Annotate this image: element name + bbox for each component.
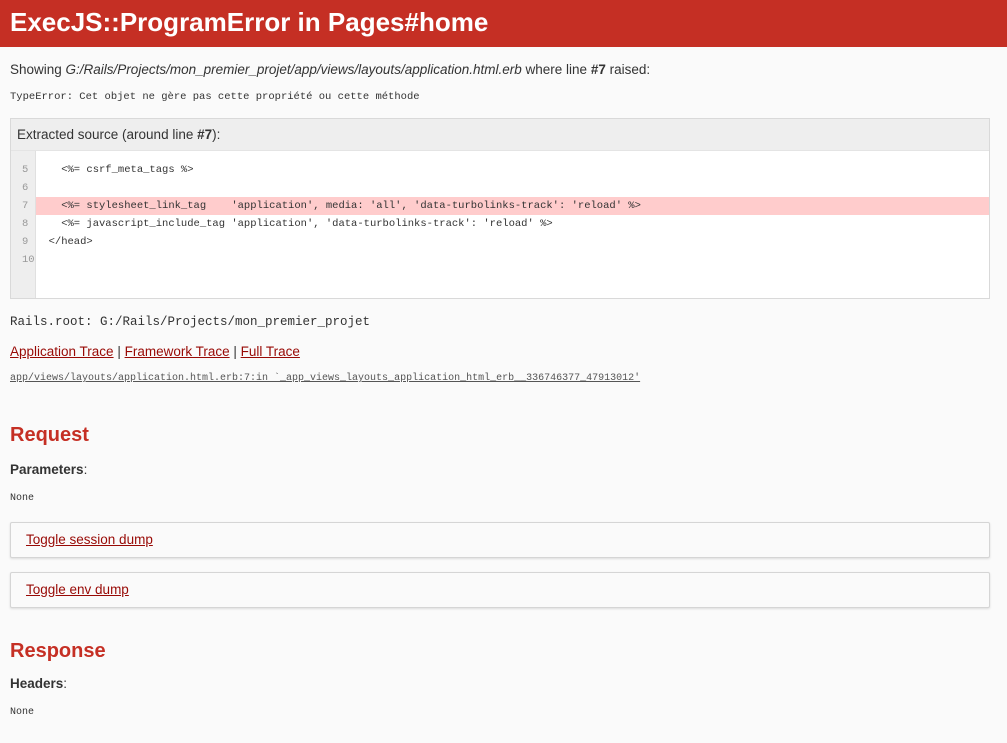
main-content: Showing G:/Rails/Projects/mon_premier_pr…	[0, 62, 1007, 719]
source-line	[36, 251, 989, 269]
source-title-prefix: Extracted source (around line	[17, 127, 198, 142]
request-heading: Request	[10, 424, 89, 446]
source-line: <%= csrf_meta_tags %>	[36, 164, 194, 176]
showing-suffix: raised:	[605, 62, 651, 77]
code-block: 5 6 7 8 9 10 <%= csrf_meta_tags %> <%= s…	[11, 151, 989, 298]
error-line-number: #7	[590, 62, 606, 77]
headers-label: Headers:	[10, 676, 997, 692]
application-trace-link[interactable]: Application Trace	[10, 344, 114, 359]
source-line: </head>	[36, 236, 93, 248]
rails-root: Rails.root: G:/Rails/Projects/mon_premie…	[10, 315, 371, 329]
session-dump-panel: Toggle session dump	[10, 522, 990, 558]
showing-prefix: Showing	[10, 62, 66, 77]
trace-entry: app/views/layouts/application.html.erb:7…	[10, 373, 997, 385]
label-colon: :	[63, 676, 68, 691]
trace-separator: |	[113, 344, 125, 359]
error-message: TypeError: Cet objet ne gère pas cette p…	[10, 91, 420, 103]
label-colon: :	[83, 462, 88, 477]
line-number: 5	[22, 164, 29, 176]
source-title: Extracted source (around line #7):	[11, 119, 989, 151]
full-trace-link[interactable]: Full Trace	[241, 344, 300, 359]
trace-links: Application Trace | Framework Trace | Fu…	[10, 344, 997, 360]
source-title-suffix: ):	[212, 127, 221, 142]
extracted-source: Extracted source (around line #7): 5 6 7…	[10, 118, 990, 299]
framework-trace-link[interactable]: Framework Trace	[125, 344, 230, 359]
line-number: 6	[22, 182, 29, 194]
line-number: 9	[22, 236, 29, 248]
source-line: <%= javascript_include_tag 'application'…	[36, 218, 553, 230]
env-dump-panel: Toggle env dump	[10, 572, 990, 608]
toggle-env-dump-link[interactable]: Toggle env dump	[26, 582, 129, 597]
line-number: 7	[22, 200, 29, 212]
toggle-session-dump-link[interactable]: Toggle session dump	[26, 532, 153, 547]
response-heading: Response	[10, 640, 106, 662]
source-line	[36, 179, 989, 197]
line-number: 10	[22, 254, 35, 266]
headers-label-text: Headers	[10, 676, 64, 691]
line-number-gutter: 5 6 7 8 9 10	[11, 151, 36, 298]
trace-separator: |	[229, 344, 241, 359]
parameters-label-text: Parameters	[10, 462, 84, 477]
source-lines: <%= csrf_meta_tags %> <%= stylesheet_lin…	[36, 151, 989, 298]
page-title: ExecJS::ProgramError in Pages#home	[10, 7, 489, 37]
trace-entry-link[interactable]: app/views/layouts/application.html.erb:7…	[10, 373, 640, 384]
parameters-value: None	[10, 493, 35, 504]
source-title-line: #7	[197, 127, 213, 142]
line-number: 8	[22, 218, 29, 230]
error-header: ExecJS::ProgramError in Pages#home	[0, 0, 1007, 47]
template-path: G:/Rails/Projects/mon_premier_projet/app…	[65, 62, 522, 77]
showing-line: Showing G:/Rails/Projects/mon_premier_pr…	[10, 62, 997, 78]
showing-middle: where line	[521, 62, 591, 77]
headers-value: None	[10, 707, 35, 718]
parameters-label: Parameters:	[10, 462, 997, 478]
source-line-highlighted: <%= stylesheet_link_tag 'application', m…	[36, 197, 989, 215]
